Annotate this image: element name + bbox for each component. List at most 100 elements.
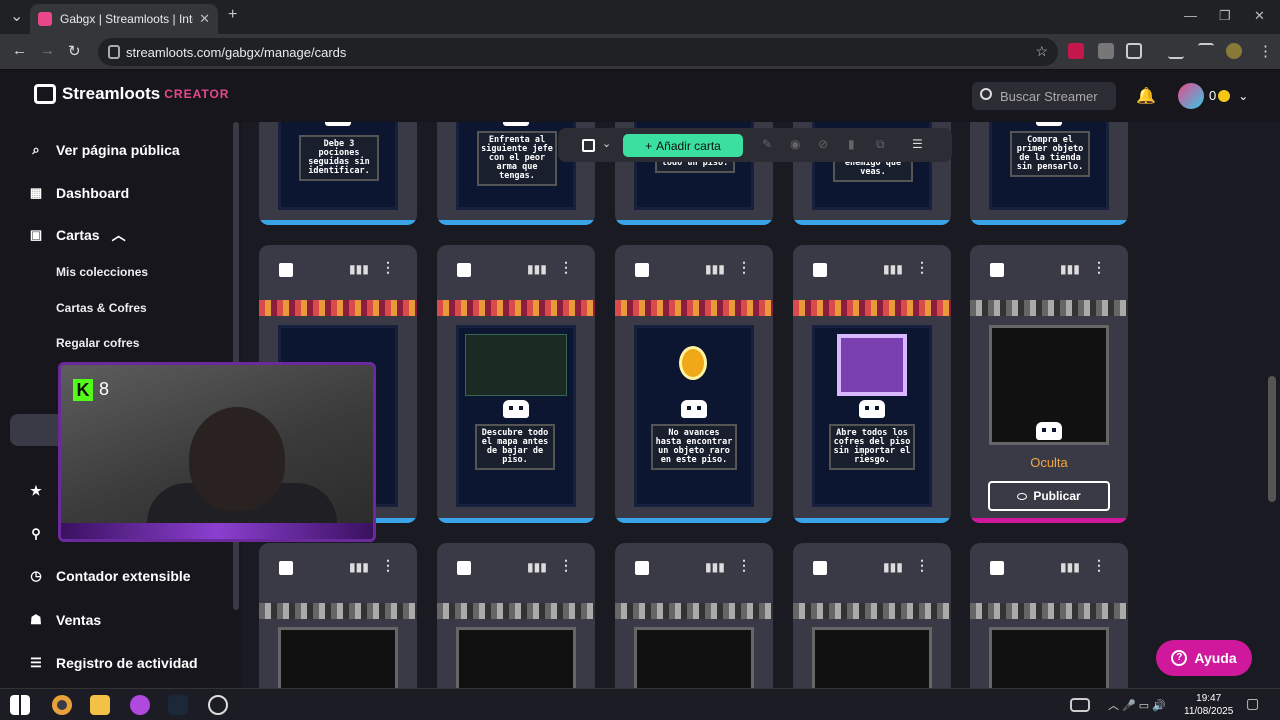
sidebar-item-sales[interactable]: ☗ Ventas xyxy=(28,612,101,628)
tab-title: Gabgx | Streamloots | Interactiv xyxy=(60,12,193,26)
extensions-puzzle-icon[interactable] xyxy=(1126,43,1142,59)
card[interactable]: Debe 3 pociones seguidas sin identificar… xyxy=(259,122,417,225)
notifications-bell-icon[interactable]: 🔔 xyxy=(1136,86,1156,106)
stats-icon[interactable]: ▮▮▮ xyxy=(527,560,547,574)
card-menu-icon[interactable]: ⋮ xyxy=(915,259,929,276)
delete-icon[interactable]: ▮ xyxy=(848,137,855,151)
card-select-checkbox[interactable] xyxy=(990,263,1004,277)
card[interactable]: ▮▮▮ ⋮ xyxy=(615,543,773,688)
list-settings-icon[interactable]: ☰ xyxy=(912,137,923,151)
card-menu-icon[interactable]: ⋮ xyxy=(381,259,395,276)
card-menu-icon[interactable]: ⋮ xyxy=(1092,259,1106,276)
card-select-checkbox[interactable] xyxy=(279,263,293,277)
coins-balance[interactable]: 0 ⌄ xyxy=(1209,88,1248,103)
forward-icon[interactable]: → xyxy=(40,42,55,59)
streamloots-logo[interactable]: Streamloots CREATOR xyxy=(34,84,229,104)
card[interactable]: ▮▮▮ ⋮ No avances hasta encontrar un obje… xyxy=(615,245,773,523)
card-menu-icon[interactable]: ⋮ xyxy=(559,557,573,574)
card-select-checkbox[interactable] xyxy=(457,263,471,277)
minimize-icon[interactable]: — xyxy=(1184,8,1197,23)
sidebar-item-counter[interactable]: ◷ Contador extensible xyxy=(28,568,190,584)
close-tab-icon[interactable]: ✕ xyxy=(199,11,210,27)
app-icon[interactable] xyxy=(130,695,150,715)
extension-icon[interactable] xyxy=(1098,43,1114,59)
chevron-down-icon[interactable]: ⌄ xyxy=(602,137,611,150)
url-field[interactable]: streamloots.com/gabgx/manage/cards ☆ xyxy=(98,38,1058,66)
card-select-checkbox[interactable] xyxy=(813,263,827,277)
stats-icon[interactable]: ▮▮▮ xyxy=(349,560,369,574)
windows-start-icon[interactable] xyxy=(10,695,30,715)
sidebar-item-activity[interactable]: ☰ Registro de actividad xyxy=(28,655,197,671)
stats-icon[interactable]: ▮▮▮ xyxy=(527,262,547,276)
card[interactable]: ▮▮▮ ⋮ xyxy=(437,543,595,688)
sidebar-item-public-page[interactable]: ⌕ Ver página pública xyxy=(28,142,179,158)
card-select-checkbox[interactable] xyxy=(635,561,649,575)
bookmark-star-icon[interactable]: ☆ xyxy=(1035,43,1048,60)
card-menu-icon[interactable]: ⋮ xyxy=(915,557,929,574)
sidebar-item-cards[interactable]: ▣ Cartas ︿ xyxy=(28,225,126,245)
card-select-checkbox[interactable] xyxy=(990,561,1004,575)
menu-icon[interactable]: ⋮ xyxy=(1258,42,1273,60)
card-select-checkbox[interactable] xyxy=(279,561,293,575)
notification-center-icon[interactable]: ▢ xyxy=(1246,695,1259,712)
tray-icons[interactable]: ︿ 🎤 ▭ 🔊 xyxy=(1108,697,1166,713)
stats-icon[interactable]: ▮▮▮ xyxy=(349,262,369,276)
card[interactable]: ▮▮▮ ⋮ Abre todos los cofres del piso sin… xyxy=(793,245,951,523)
chrome-icon[interactable] xyxy=(52,695,72,715)
card[interactable]: ▮▮▮ ⋮ xyxy=(793,543,951,688)
obs-icon[interactable] xyxy=(208,695,228,715)
close-window-icon[interactable]: ✕ xyxy=(1254,8,1265,24)
search-input[interactable]: Buscar Streamer xyxy=(972,82,1116,110)
back-icon[interactable]: ← xyxy=(12,42,27,59)
publish-button[interactable]: Publicar xyxy=(988,481,1110,511)
card-menu-icon[interactable]: ⋮ xyxy=(381,557,395,574)
card-menu-icon[interactable]: ⋮ xyxy=(737,557,751,574)
card-select-checkbox[interactable] xyxy=(635,263,649,277)
tab-list-icon[interactable]: ⌄ xyxy=(10,6,23,26)
card-menu-icon[interactable]: ⋮ xyxy=(737,259,751,276)
stats-icon[interactable]: ▮▮▮ xyxy=(705,560,725,574)
copy-icon[interactable]: ⧉ xyxy=(876,137,885,152)
keyboard-icon[interactable] xyxy=(1070,698,1090,712)
avatar[interactable] xyxy=(1178,83,1204,109)
browser-tab[interactable]: Gabgx | Streamloots | Interactiv ✕ xyxy=(30,4,218,34)
card-menu-icon[interactable]: ⋮ xyxy=(559,259,573,276)
card[interactable]: ▮▮▮ ⋮ Descubre todo el mapa antes de baj… xyxy=(437,245,595,523)
new-tab-icon[interactable]: + xyxy=(228,6,237,24)
extension-icon[interactable] xyxy=(1068,43,1084,59)
stats-icon[interactable]: ▮▮▮ xyxy=(883,262,903,276)
sidebar-item-dashboard[interactable]: ▦ Dashboard xyxy=(28,185,129,201)
stats-icon[interactable]: ▮▮▮ xyxy=(1060,560,1080,574)
stats-icon[interactable]: ▮▮▮ xyxy=(883,560,903,574)
stats-icon[interactable]: ▮▮▮ xyxy=(705,262,725,276)
reload-icon[interactable]: ↻ xyxy=(68,42,81,60)
sidebar-item-collections[interactable]: Mis colecciones xyxy=(56,265,148,279)
show-icon[interactable]: ◉ xyxy=(790,137,800,151)
media-icon[interactable] xyxy=(1198,43,1214,59)
select-all-checkbox[interactable] xyxy=(582,139,595,152)
stats-icon[interactable]: ▮▮▮ xyxy=(1060,262,1080,276)
system-clock[interactable]: 19:47 11/08/2025 xyxy=(1184,692,1233,718)
profile-icon[interactable] xyxy=(1226,43,1242,59)
page-scrollbar[interactable] xyxy=(1268,376,1276,502)
file-explorer-icon[interactable] xyxy=(90,695,110,715)
card[interactable]: ▮▮▮ ⋮ Oculta Publicar xyxy=(970,245,1128,523)
steam-icon[interactable] xyxy=(168,695,188,715)
sidebar-item-gift-chests[interactable]: Regalar cofres xyxy=(56,336,139,350)
card[interactable]: ▮▮▮ ⋮ xyxy=(259,543,417,688)
card-select-checkbox[interactable] xyxy=(813,561,827,575)
add-card-button[interactable]: + Añadir carta xyxy=(623,134,743,157)
downloads-icon[interactable] xyxy=(1168,43,1184,59)
help-button[interactable]: ? Ayuda xyxy=(1156,640,1252,676)
sidebar-item-pin[interactable]: ⚲ xyxy=(28,526,56,542)
sidebar-item-cards-chests[interactable]: Cartas & Cofres xyxy=(56,301,147,315)
edit-icon[interactable]: ✎ xyxy=(762,137,772,151)
card[interactable]: Compra el primer objeto de la tienda sin… xyxy=(970,122,1128,225)
restore-icon[interactable]: ❐ xyxy=(1219,8,1231,24)
sidebar-item-star[interactable]: ★ xyxy=(28,483,56,499)
hide-icon[interactable]: ⊘ xyxy=(818,137,828,151)
site-info-icon[interactable] xyxy=(108,45,120,59)
card-select-checkbox[interactable] xyxy=(457,561,471,575)
card-menu-icon[interactable]: ⋮ xyxy=(1092,557,1106,574)
card[interactable]: ▮▮▮ ⋮ xyxy=(970,543,1128,688)
